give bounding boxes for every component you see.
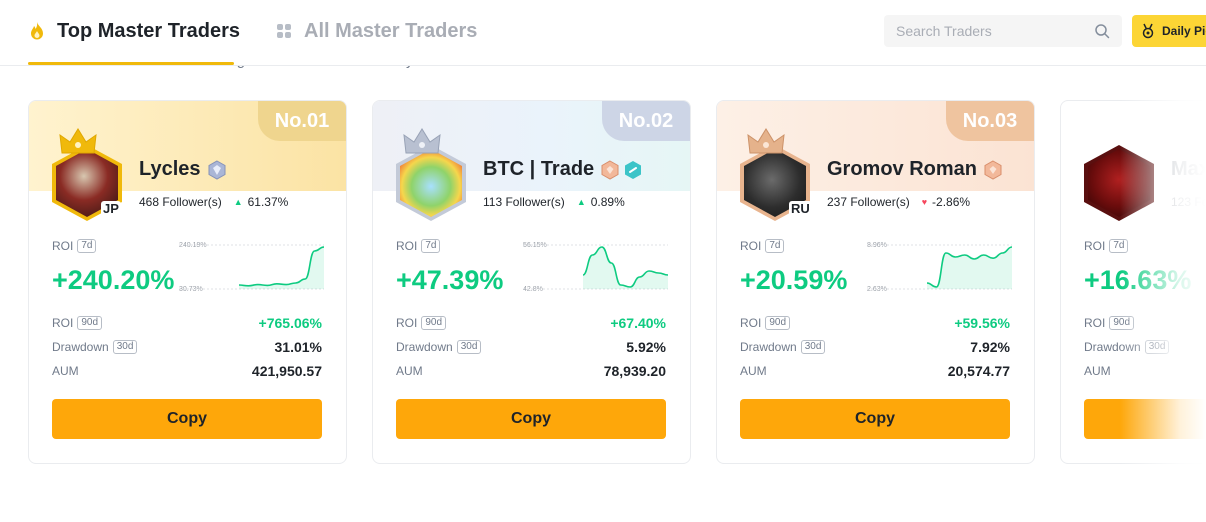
drawdown-value: 7.92% — [970, 339, 1010, 355]
roi-7d-label: ROI 7d — [52, 239, 97, 253]
avatar[interactable] — [393, 128, 469, 221]
trader-card[interactable]: No.02 BTC | Trade 113 Follower(s) ▲ 0.89… — [372, 100, 691, 464]
aum-label: AUM — [740, 364, 767, 378]
roi-sparkline — [523, 244, 668, 290]
roi-sparkline — [179, 244, 324, 290]
trader-card[interactable]: No.01 JP Lycles 468 Follower(s) ▲ 61.37%… — [28, 100, 347, 464]
aum-value: 421,950.57 — [251, 363, 322, 379]
trader-name-text: Lycles — [139, 158, 201, 180]
link-badge-icon — [625, 160, 642, 179]
follower-stats: 237 Follower(s) ♥ -2.86% — [827, 195, 970, 209]
copy-button[interactable]: Copy — [396, 399, 666, 439]
rank-label: No.01 — [258, 101, 346, 141]
drawdown-label: Drawdown 30d — [1084, 340, 1170, 354]
bronze-crown-icon — [747, 128, 785, 154]
copy-button[interactable]: Copy — [740, 399, 1010, 439]
fire-icon — [28, 22, 46, 40]
drawdown-value: 5.92% — [626, 339, 666, 355]
trend-up-icon: ▲ — [576, 197, 586, 207]
drawdown-label: Drawdown 30d — [396, 340, 482, 354]
spark-area — [239, 247, 324, 289]
roi-90d-value: +59.56% — [954, 315, 1010, 331]
trader-name[interactable]: Lycles — [139, 158, 227, 181]
page-subtitle: Traders that have earned the highest ROI… — [28, 52, 426, 69]
drawdown-label: Drawdown 30d — [740, 340, 826, 354]
roi-90d-label: ROI 90d — [52, 316, 103, 330]
follower-count: 468 Follower(s) — [139, 195, 222, 209]
copy-button[interactable] — [1084, 399, 1206, 439]
roi-7d-value: +240.20% — [52, 265, 175, 295]
trader-card[interactable]: Max 123 Fo ROI7d +16.63% ROI90d Drawdown… — [1060, 100, 1206, 464]
page-header: Traders that have earned the highest ROI… — [0, 0, 1206, 69]
avatar[interactable]: RU — [737, 128, 813, 221]
roi-7d-label: ROI 7d — [396, 239, 441, 253]
tab-label: Top Master Traders — [57, 19, 241, 42]
trader-name-text: Max — [1171, 158, 1206, 180]
roi-90d-label: ROI 90d — [396, 316, 447, 330]
country-code: JP — [101, 201, 121, 217]
avatar[interactable]: JP — [49, 128, 125, 221]
roi-7d-value: +16.63% — [1084, 265, 1192, 295]
rank-label: No.03 — [946, 101, 1034, 141]
trend-up-icon: ▲ — [233, 197, 243, 207]
trader-name[interactable]: BTC | Trade — [483, 158, 643, 181]
follower-count: 123 Fo — [1171, 195, 1206, 209]
search-input[interactable] — [896, 23, 1086, 39]
search-box[interactable] — [884, 15, 1122, 47]
follower-change: 0.89% — [590, 195, 625, 209]
follower-stats: 113 Follower(s) ▲ 0.89% — [483, 195, 625, 209]
roi-sparkline — [867, 244, 1012, 290]
roi-90d-value: +765.06% — [258, 315, 322, 331]
bronze-badge-icon — [601, 159, 619, 180]
trader-name[interactable]: Max — [1171, 158, 1206, 181]
avatar[interactable] — [1081, 141, 1157, 221]
follower-count: 237 Follower(s) — [827, 195, 910, 209]
diamond-badge-icon — [208, 159, 226, 180]
follower-stats: 123 Fo — [1171, 195, 1206, 209]
daily-picks-button[interactable]: Daily Picks — [1132, 15, 1206, 47]
drawdown-value: 31.01% — [274, 339, 322, 355]
gold-crown-icon — [59, 128, 97, 154]
aum-value: 78,939.20 — [603, 363, 666, 379]
copy-button[interactable]: Copy — [52, 399, 322, 439]
active-tab-indicator — [28, 62, 234, 65]
daily-picks-label: Daily Picks — [1162, 24, 1206, 38]
roi-90d-label: ROI 90d — [1084, 316, 1135, 330]
roi-90d-value: +67.40% — [610, 315, 666, 331]
follower-change: -2.86% — [932, 195, 971, 209]
search-icon[interactable] — [1094, 23, 1110, 39]
roi-7d-label: ROI 7d — [740, 239, 785, 253]
follower-count: 113 Follower(s) — [483, 195, 565, 209]
roi-7d-value: +47.39% — [396, 265, 504, 295]
aum-value: 20,574.77 — [947, 363, 1010, 379]
grid-icon — [275, 22, 293, 40]
country-code: RU — [789, 201, 812, 217]
trader-card[interactable]: No.03 RU Gromov Roman 237 Follower(s) ♥ … — [716, 100, 1035, 464]
follower-stats: 468 Follower(s) ▲ 61.37% — [139, 195, 288, 209]
medal-icon — [1140, 23, 1156, 39]
aum-label: AUM — [396, 364, 423, 378]
roi-90d-label: ROI 90d — [740, 316, 791, 330]
tab-top-master-traders[interactable]: Top Master Traders — [28, 16, 240, 46]
rank-label: No.02 — [602, 101, 690, 141]
trader-name-text: Gromov Roman — [827, 158, 978, 180]
trader-name[interactable]: Gromov Roman — [827, 158, 1003, 181]
drawdown-label: Drawdown 30d — [52, 340, 138, 354]
silver-crown-icon — [403, 128, 441, 154]
bronze-badge-icon — [984, 159, 1002, 180]
tab-label: All Master Traders — [304, 19, 478, 42]
tab-all-master-traders[interactable]: All Master Traders — [275, 16, 477, 46]
aum-label: AUM — [1084, 364, 1111, 378]
follower-change: 61.37% — [247, 195, 289, 209]
heart-down-icon: ♥ — [921, 197, 928, 207]
aum-label: AUM — [52, 364, 79, 378]
roi-7d-value: +20.59% — [740, 265, 848, 295]
trader-name-text: BTC | Trade — [483, 158, 595, 180]
roi-7d-label: ROI 7d — [1084, 239, 1129, 253]
